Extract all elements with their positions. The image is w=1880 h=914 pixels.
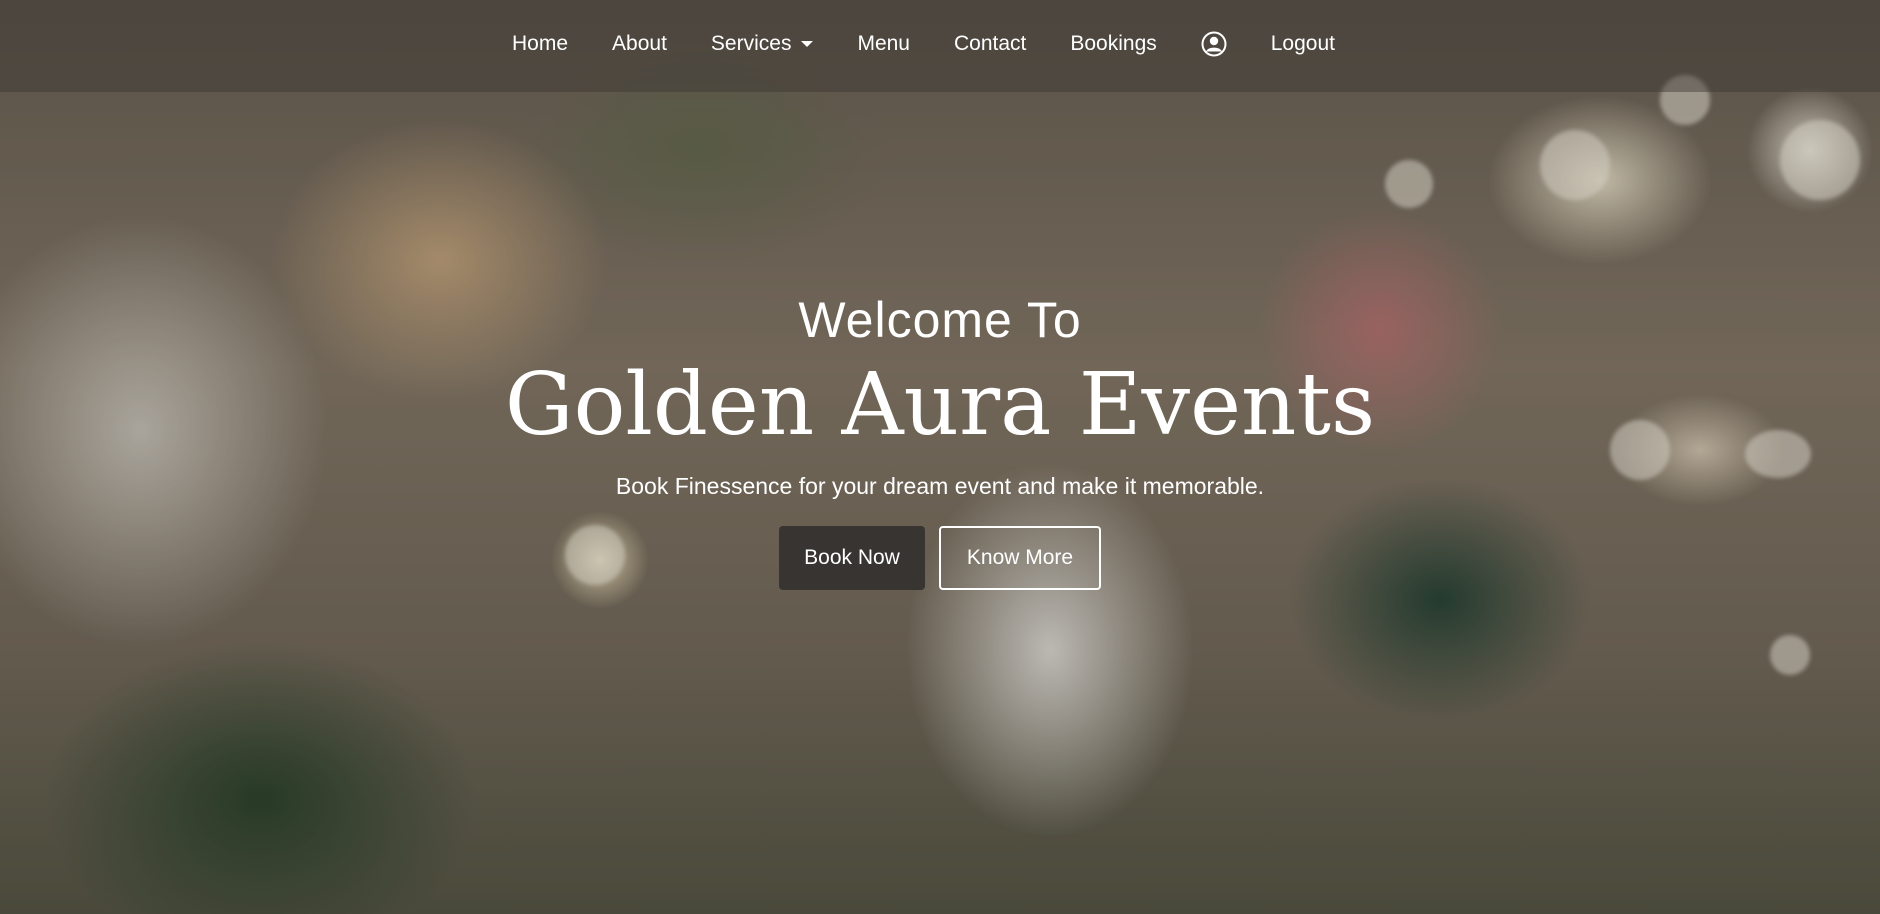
nav-about-link[interactable]: About [612,32,667,56]
nav-links: Home About Services Menu Contact Booking… [512,28,1379,60]
know-more-button[interactable]: Know More [939,526,1101,590]
nav-bookings-link[interactable]: Bookings [1070,32,1156,56]
brand-title: Golden Aura Events [504,355,1376,455]
book-now-button[interactable]: Book Now [779,526,925,590]
logout-link[interactable]: Logout [1271,32,1335,56]
nav-menu-link[interactable]: Menu [857,32,910,56]
top-navbar: Home About Services Menu Contact Booking… [0,0,1880,92]
hero-buttons: Book Now Know More [0,526,1880,590]
nav-contact-link[interactable]: Contact [954,32,1026,56]
user-circle-icon[interactable] [1201,31,1227,57]
nav-services-dropdown[interactable]: Services [711,32,814,56]
hero-content: Welcome To Golden Aura Events Book Fines… [0,290,1880,590]
bokeh-light [1770,635,1810,675]
bokeh-light [1540,130,1610,200]
welcome-heading: Welcome To [798,292,1082,348]
caret-down-icon [801,41,814,47]
nav-services-label: Services [710,32,792,55]
bokeh-light [1385,160,1433,208]
hero-section: Home About Services Menu Contact Booking… [0,0,1880,914]
nav-home-link[interactable]: Home [512,32,568,56]
hero-tagline: Book Finessence for your dream event and… [615,473,1265,499]
bokeh-light [1780,120,1860,200]
